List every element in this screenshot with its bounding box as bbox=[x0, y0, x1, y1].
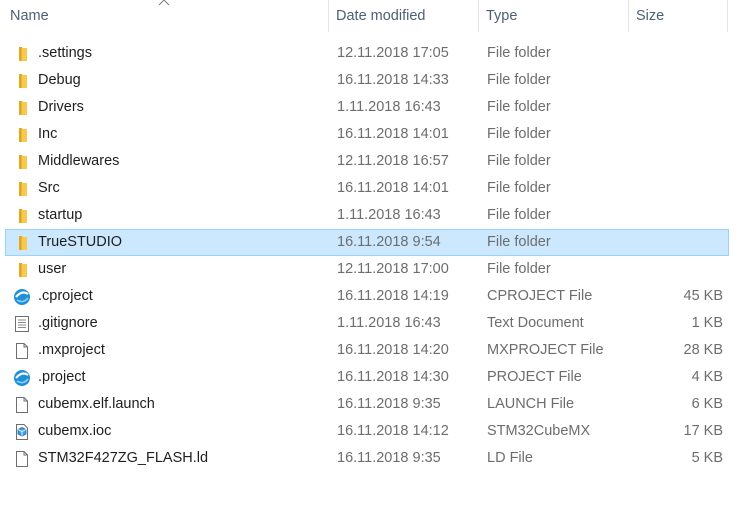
file-type: PROJECT File bbox=[487, 369, 582, 385]
file-type: File folder bbox=[487, 153, 551, 169]
chevron-up-icon bbox=[158, 0, 170, 6]
file-type: File folder bbox=[487, 207, 551, 223]
column-header-size[interactable]: Size bbox=[629, 0, 728, 32]
file-name: TrueSTUDIO bbox=[38, 234, 123, 250]
file-row[interactable]: .project 16.11.2018 14:30 PROJECT File 4 KB bbox=[5, 364, 729, 391]
file-row[interactable]: Inc 16.11.2018 14:01 File folder bbox=[5, 121, 729, 148]
file-explorer: Name Date modified Type Size .settings 12… bbox=[0, 0, 748, 531]
blank-file-icon bbox=[13, 396, 31, 414]
cube-file-icon bbox=[13, 423, 31, 441]
file-row[interactable]: Middlewares 12.11.2018 16:57 File folder bbox=[5, 148, 729, 175]
file-row[interactable]: user 12.11.2018 17:00 File folder bbox=[5, 256, 729, 283]
folder-icon bbox=[13, 261, 31, 279]
file-name: STM32F427ZG_FLASH.ld bbox=[38, 450, 209, 466]
file-name: .mxproject bbox=[38, 342, 105, 358]
file-date-modified: 1.11.2018 16:43 bbox=[337, 99, 441, 115]
file-name: .cproject bbox=[38, 288, 93, 304]
text-document-icon bbox=[13, 315, 31, 333]
file-name: .settings bbox=[38, 45, 92, 61]
folder-icon bbox=[13, 180, 31, 198]
file-name: .project bbox=[38, 369, 86, 385]
folder-icon bbox=[13, 153, 31, 171]
file-type: File folder bbox=[487, 72, 551, 88]
file-name: Debug bbox=[38, 72, 81, 88]
column-header-date-label: Date modified bbox=[336, 8, 426, 24]
folder-icon bbox=[13, 72, 31, 90]
file-size: 17 KB bbox=[683, 423, 724, 439]
file-row[interactable]: Src 16.11.2018 14:01 File folder bbox=[5, 175, 729, 202]
file-name: .gitignore bbox=[38, 315, 98, 331]
file-date-modified: 16.11.2018 14:30 bbox=[337, 369, 449, 385]
file-name: cubemx.elf.launch bbox=[38, 396, 155, 412]
file-row[interactable]: STM32F427ZG_FLASH.ld 16.11.2018 9:35 LD Fi… bbox=[5, 445, 729, 472]
blank-file-icon bbox=[13, 342, 31, 360]
column-header-bar: Name Date modified Type Size bbox=[0, 0, 748, 32]
file-date-modified: 1.11.2018 16:43 bbox=[337, 315, 441, 331]
file-row-selected[interactable]: TrueSTUDIO 16.11.2018 9:54 File folder bbox=[5, 229, 729, 256]
file-row[interactable]: cubemx.ioc 16.11.2018 14:12 STM32CubeMX 17 … bbox=[5, 418, 729, 445]
file-size: 6 KB bbox=[691, 396, 723, 412]
blank-file-icon bbox=[13, 450, 31, 468]
file-row[interactable]: cubemx.elf.launch 16.11.2018 9:35 LAUNCH F… bbox=[5, 391, 729, 418]
file-type: File folder bbox=[487, 261, 551, 277]
file-name: Inc bbox=[38, 126, 58, 142]
eclipse-icon bbox=[13, 288, 31, 306]
file-date-modified: 12.11.2018 17:05 bbox=[337, 45, 449, 61]
column-header-name-label: Name bbox=[10, 8, 49, 24]
file-type: File folder bbox=[487, 234, 551, 250]
column-header-date[interactable]: Date modified bbox=[329, 0, 479, 32]
file-name: Middlewares bbox=[38, 153, 120, 169]
file-type: LD File bbox=[487, 450, 533, 466]
file-date-modified: 12.11.2018 16:57 bbox=[337, 153, 449, 169]
file-date-modified: 16.11.2018 9:35 bbox=[337, 450, 441, 466]
file-date-modified: 16.11.2018 9:54 bbox=[337, 234, 441, 250]
file-row[interactable]: Debug 16.11.2018 14:33 File folder bbox=[5, 67, 729, 94]
folder-icon bbox=[13, 126, 31, 144]
eclipse-icon bbox=[13, 369, 31, 387]
file-type: MXPROJECT File bbox=[487, 342, 604, 358]
file-date-modified: 16.11.2018 9:35 bbox=[337, 396, 441, 412]
file-date-modified: 16.11.2018 14:01 bbox=[337, 126, 449, 142]
file-row[interactable]: .gitignore 1.11.2018 16:43 Text Document 1 … bbox=[5, 310, 729, 337]
file-name: user bbox=[38, 261, 67, 277]
file-date-modified: 16.11.2018 14:19 bbox=[337, 288, 449, 304]
file-row[interactable]: Drivers 1.11.2018 16:43 File folder bbox=[5, 94, 729, 121]
file-row[interactable]: startup 1.11.2018 16:43 File folder bbox=[5, 202, 729, 229]
folder-icon bbox=[13, 99, 31, 117]
file-size: 45 KB bbox=[683, 288, 724, 304]
column-header-type[interactable]: Type bbox=[479, 0, 629, 32]
folder-icon bbox=[13, 45, 31, 63]
column-header-size-label: Size bbox=[636, 8, 665, 24]
file-type: File folder bbox=[487, 180, 551, 196]
file-row[interactable]: .mxproject 16.11.2018 14:20 MXPROJECT File… bbox=[5, 337, 729, 364]
file-type: LAUNCH File bbox=[487, 396, 575, 412]
file-size: 1 KB bbox=[691, 315, 723, 331]
file-name: Src bbox=[38, 180, 60, 196]
file-name: Drivers bbox=[38, 99, 84, 115]
file-date-modified: 1.11.2018 16:43 bbox=[337, 207, 441, 223]
file-type: Text Document bbox=[487, 315, 584, 331]
file-type: CPROJECT File bbox=[487, 288, 593, 304]
column-header-type-label: Type bbox=[486, 8, 518, 24]
file-type: File folder bbox=[487, 126, 551, 142]
file-name: cubemx.ioc bbox=[38, 423, 112, 439]
file-size: 4 KB bbox=[691, 369, 723, 385]
file-date-modified: 16.11.2018 14:01 bbox=[337, 180, 449, 196]
file-name: startup bbox=[38, 207, 83, 223]
file-date-modified: 16.11.2018 14:20 bbox=[337, 342, 449, 358]
file-size: 5 KB bbox=[691, 450, 723, 466]
file-type: File folder bbox=[487, 99, 551, 115]
file-row[interactable]: .settings 12.11.2018 17:05 File folder bbox=[5, 40, 729, 67]
file-type: STM32CubeMX bbox=[487, 423, 591, 439]
file-list: .settings 12.11.2018 17:05 File folder Deb… bbox=[0, 40, 748, 472]
folder-icon bbox=[13, 234, 31, 252]
file-date-modified: 16.11.2018 14:12 bbox=[337, 423, 449, 439]
file-type: File folder bbox=[487, 45, 551, 61]
file-row[interactable]: .cproject 16.11.2018 14:19 CPROJECT File 45… bbox=[5, 283, 729, 310]
file-size: 28 KB bbox=[683, 342, 724, 358]
folder-icon bbox=[13, 207, 31, 225]
file-date-modified: 16.11.2018 14:33 bbox=[337, 72, 449, 88]
file-date-modified: 12.11.2018 17:00 bbox=[337, 261, 449, 277]
